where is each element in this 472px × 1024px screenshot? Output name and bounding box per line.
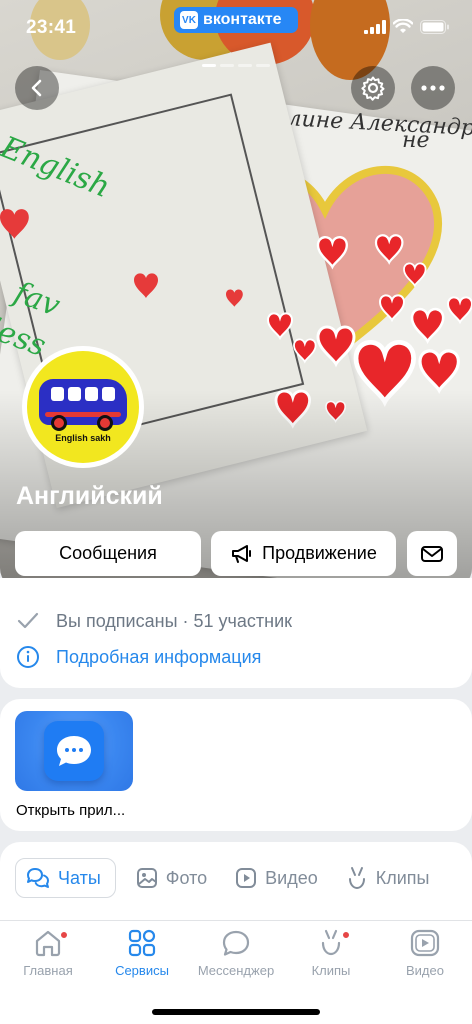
nav-messenger[interactable]: Мессенджер: [191, 929, 281, 978]
group-info-card: Вы подписаны · 51 участник Подробная инф…: [0, 578, 472, 688]
tab-photo-label: Фото: [165, 867, 208, 888]
return-to-app-pill[interactable]: VK вконтакте: [174, 7, 298, 33]
nav-home[interactable]: Главная: [3, 929, 93, 978]
tab-chats[interactable]: Чаты: [15, 858, 116, 898]
tab-clips-label: Клипы: [375, 867, 430, 888]
megaphone-icon: [232, 544, 252, 563]
status-icons: [364, 19, 450, 34]
status-time: 23:41: [26, 17, 77, 38]
video-icon: [236, 868, 257, 888]
tab-video[interactable]: Видео: [225, 858, 332, 898]
video-icon: [410, 929, 440, 957]
group-cover: бимой Ангелине Александро не English fav…: [0, 0, 472, 590]
chats-icon: [27, 868, 49, 888]
nav-home-label: Главная: [23, 963, 73, 978]
back-button[interactable]: [15, 66, 59, 110]
content-tabs-card: Чаты Фото Видео Клипы: [0, 842, 472, 932]
nav-video[interactable]: Видео: [380, 929, 470, 978]
content-tabs: Чаты Фото Видео Клипы: [15, 858, 443, 898]
nav-clips[interactable]: Клипы: [286, 929, 376, 978]
message-admin-button[interactable]: [407, 531, 457, 576]
avatar-image: English sakh: [27, 351, 139, 463]
promotion-button[interactable]: Продвижение: [211, 531, 396, 576]
details-row[interactable]: Подробная информация: [16, 645, 261, 669]
nav-services-label: Сервисы: [115, 963, 169, 978]
cover-pager: [202, 64, 270, 67]
app-pill-label: вконтакте: [203, 11, 282, 28]
messenger-icon: [222, 930, 250, 956]
nav-video-label: Видео: [406, 963, 444, 978]
details-link: Подробная информация: [56, 646, 262, 667]
status-bar: 23:41 VK вконтакте: [0, 0, 472, 58]
separator: ·: [177, 610, 194, 631]
home-badge: [60, 931, 68, 939]
tab-photo[interactable]: Фото: [126, 858, 221, 898]
bottom-navigation: Главная Сервисы Мессенджер Клипы Видео: [0, 920, 472, 1024]
settings-button[interactable]: [351, 66, 395, 110]
check-icon: [17, 612, 39, 629]
more-dots-icon: [421, 85, 445, 91]
cellular-signal-icon: [364, 19, 386, 34]
members-count[interactable]: 51 участник: [194, 611, 293, 631]
services-icon: [128, 929, 156, 957]
nav-services[interactable]: Сервисы: [97, 929, 187, 978]
tab-chats-label: Чаты: [58, 867, 101, 888]
promotion-button-label: Продвижение: [262, 543, 377, 563]
tab-video-label: Видео: [265, 867, 318, 888]
home-icon: [35, 930, 61, 957]
messages-button-label: Сообщения: [59, 543, 157, 563]
speech-bubble-icon: [57, 736, 91, 766]
gear-icon: [361, 76, 385, 101]
battery-icon: [420, 19, 449, 34]
group-avatar[interactable]: English sakh: [22, 346, 144, 468]
messages-button[interactable]: Сообщения: [15, 531, 201, 576]
subscription-row[interactable]: Вы подписаны · 51 участник: [16, 610, 292, 632]
more-button[interactable]: [411, 66, 455, 110]
apps-card: Открыть прил...: [0, 699, 472, 831]
avatar-caption: English sakh: [55, 433, 111, 443]
group-name: Английский: [16, 482, 163, 510]
clips-icon: [348, 867, 365, 890]
wifi-icon: [393, 19, 413, 33]
vk-logo-icon: VK: [180, 11, 198, 29]
mail-icon: [421, 545, 443, 562]
bus-icon: [39, 379, 127, 431]
app-caption: Открыть прил...: [16, 802, 126, 819]
tab-clips[interactable]: Клипы: [336, 858, 444, 898]
subscription-status: Вы подписаны · 51 участник: [56, 611, 292, 632]
app-tile[interactable]: [15, 711, 133, 791]
subscribed-label: Вы подписаны: [56, 610, 178, 631]
clips-badge: [342, 931, 350, 939]
chevron-left-icon: [31, 79, 42, 97]
app-icon: [44, 721, 104, 781]
home-indicator: [152, 1009, 320, 1015]
photo-icon: [136, 868, 157, 888]
nav-clips-label: Клипы: [311, 963, 351, 978]
info-icon: [17, 646, 39, 668]
nav-messenger-label: Мессенджер: [197, 963, 275, 978]
